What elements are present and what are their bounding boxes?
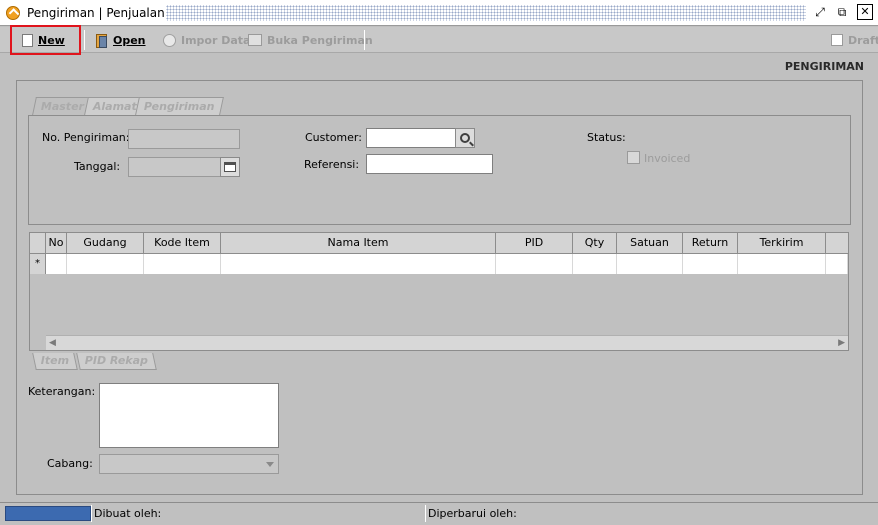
keterangan-textarea[interactable] [99, 383, 279, 448]
tab-pengiriman[interactable]: Pengiriman [135, 97, 224, 115]
tanggal-label: Tanggal: [74, 160, 121, 173]
new-row-marker: * [30, 254, 46, 274]
cell-qty[interactable] [573, 254, 617, 274]
cell-terkirim[interactable] [738, 254, 826, 274]
buka-pengiriman-icon [248, 34, 262, 46]
draft-label: Draft [848, 33, 878, 47]
window-title: Pengiriman | Penjualan [27, 6, 165, 20]
new-button-highlight [10, 25, 81, 55]
search-icon [460, 133, 470, 143]
cell-nama-item[interactable] [221, 254, 496, 274]
status-label: Status: [587, 131, 626, 144]
cell-return[interactable] [683, 254, 738, 274]
draft-checkbox[interactable]: Draft [831, 30, 878, 50]
status-bar: Dibuat oleh: Diperbarui oleh: [0, 502, 878, 525]
tanggal-field[interactable] [128, 157, 221, 177]
page-heading: PENGIRIMAN [784, 60, 864, 73]
status-separator [91, 505, 92, 522]
scroll-left-icon[interactable]: ◀ [49, 338, 56, 348]
col-terkirim[interactable]: Terkirim [738, 233, 826, 254]
cell-extra [826, 254, 848, 274]
progress-indicator [5, 506, 91, 521]
toolbar-separator [364, 30, 365, 50]
open-button-label: Open [113, 33, 146, 47]
chevron-down-icon [266, 462, 274, 467]
title-bar: Pengiriman | Penjualan ⤢ ⧉ ✕ [0, 0, 878, 26]
title-bar-pattern [166, 5, 806, 21]
impor-data-label: Impor Data [181, 33, 251, 47]
col-kode-item[interactable]: Kode Item [144, 233, 221, 254]
col-gudang[interactable]: Gudang [67, 233, 144, 254]
cabang-label: Cabang: [47, 457, 93, 470]
date-picker-button[interactable] [220, 157, 240, 177]
customer-search-button[interactable] [455, 128, 475, 148]
app-home-icon [6, 6, 20, 20]
cell-satuan[interactable] [617, 254, 683, 274]
cabang-select[interactable] [99, 454, 279, 474]
col-satuan[interactable]: Satuan [617, 233, 683, 254]
invoiced-label: Invoiced [644, 152, 691, 165]
referensi-label: Referensi: [304, 158, 360, 171]
no-pengiriman-field[interactable] [128, 129, 240, 149]
col-no[interactable]: No [46, 233, 67, 254]
dibuat-label: Dibuat oleh: [94, 507, 162, 520]
scroll-right-icon[interactable]: ▶ [838, 338, 845, 348]
grid-corner [30, 233, 46, 254]
no-pengiriman-label: No. Pengiriman: [42, 131, 130, 144]
horizontal-scrollbar[interactable]: ◀ ▶ [46, 335, 848, 350]
maximize-icon[interactable]: ⧉ [834, 4, 850, 20]
col-nama-item[interactable]: Nama Item [221, 233, 496, 254]
diperbarui-label: Diperbarui oleh: [428, 507, 517, 520]
open-button[interactable]: Open [94, 30, 146, 50]
keterangan-label: Keterangan: [28, 385, 96, 398]
referensi-field[interactable] [366, 154, 493, 174]
cell-pid[interactable] [496, 254, 573, 274]
close-icon[interactable]: ✕ [857, 4, 873, 20]
tab-item[interactable]: Item [32, 353, 79, 370]
items-grid: No Gudang Kode Item Nama Item PID Qty Sa… [29, 232, 849, 351]
cell-gudang[interactable] [67, 254, 144, 274]
col-extra [826, 233, 848, 254]
col-pid[interactable]: PID [496, 233, 573, 254]
cell-no[interactable] [46, 254, 67, 274]
import-icon [163, 33, 176, 47]
buka-pengiriman-label: Buka Pengiriman [267, 33, 373, 47]
calendar-icon [224, 162, 236, 172]
draft-checkbox-box [831, 34, 843, 46]
tab-pid-rekap[interactable]: PID Rekap [76, 353, 157, 370]
table-row[interactable]: * [30, 254, 848, 274]
customer-label: Customer: [305, 131, 362, 144]
invoiced-checkbox[interactable] [627, 151, 640, 164]
grid-header: No Gudang Kode Item Nama Item PID Qty Sa… [30, 233, 848, 254]
cell-kode-item[interactable] [144, 254, 221, 274]
impor-data-button[interactable]: Impor Data [163, 30, 250, 50]
col-qty[interactable]: Qty [573, 233, 617, 254]
status-separator [425, 505, 426, 522]
buka-pengiriman-button[interactable]: Buka Pengiriman [248, 30, 373, 50]
restore-icon[interactable]: ⤢ [812, 4, 828, 20]
toolbar: New Open Impor Data Buka Pengiriman Draf… [0, 27, 878, 53]
toolbar-separator [84, 30, 85, 50]
col-return[interactable]: Return [683, 233, 738, 254]
open-folder-icon [94, 33, 108, 48]
customer-field[interactable] [366, 128, 456, 148]
